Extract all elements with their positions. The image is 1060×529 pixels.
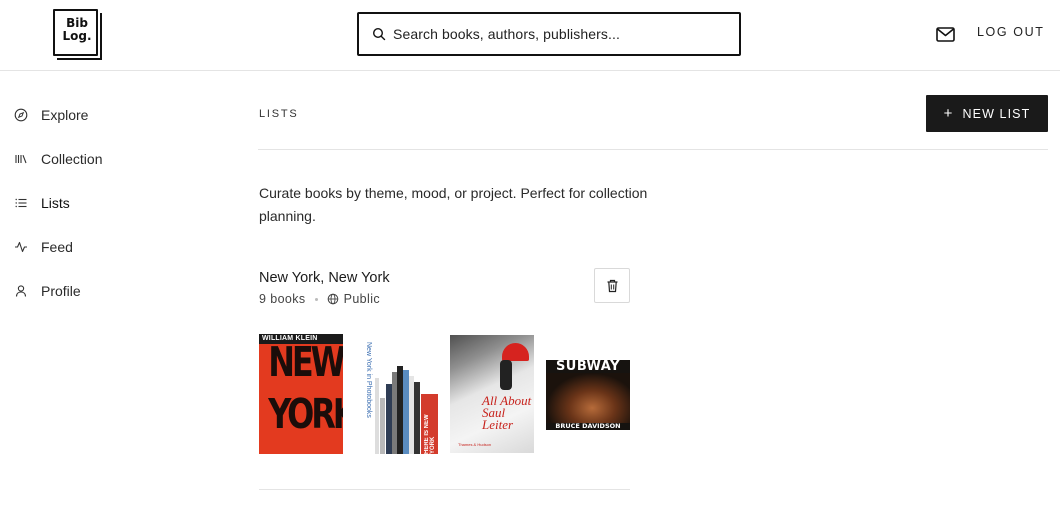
book-spine <box>375 378 379 454</box>
library-icon <box>15 155 27 164</box>
book-cover[interactable]: WILLIAM KLEIN NEW YORK <box>259 334 343 454</box>
sidebar-item-label: Feed <box>41 239 73 255</box>
logo-text: Bib Log. <box>60 17 94 43</box>
book-spine <box>414 382 420 454</box>
page-description: Curate books by theme, mood, or project.… <box>259 185 648 224</box>
book-cover[interactable]: SUBWAY BRUCE DAVIDSON <box>546 360 630 430</box>
user-icon <box>15 285 27 297</box>
list-divider <box>259 489 630 490</box>
logo-line-2: Log. <box>62 29 92 43</box>
cover-title: NEW YORK <box>268 338 343 438</box>
book-spine <box>380 398 385 454</box>
cover-author: BRUCE DAVIDSON <box>555 422 621 430</box>
mail-icon <box>935 26 955 42</box>
book-cover[interactable]: All About Saul Leiter Thames & Hudson <box>450 335 534 453</box>
new-list-label: NEW LIST <box>962 106 1031 121</box>
sidebar-item-label: Profile <box>41 283 81 299</box>
sidebar-item-explore[interactable]: Explore <box>14 103 88 127</box>
globe-icon <box>327 293 338 305</box>
sidebar-item-profile[interactable]: Profile <box>14 279 81 303</box>
delete-list-button[interactable] <box>594 268 630 303</box>
new-list-button[interactable]: + NEW LIST <box>926 95 1048 132</box>
cover-title: All About Saul Leiter <box>482 393 532 432</box>
cover-title: SUBWAY <box>555 360 621 374</box>
top-header: Bib Log. Search books, authors, publishe… <box>0 0 1060 71</box>
list-meta: 9 books Public <box>259 292 380 306</box>
sidebar-item-collection[interactable]: Collection <box>14 147 102 171</box>
cover-photo <box>546 373 630 423</box>
list-book-count: 9 books <box>259 292 306 306</box>
sidebar-item-feed[interactable]: Feed <box>14 235 73 259</box>
cover-spine-text: New York in Photobooks <box>365 342 372 418</box>
cover-spine-text-2: HERE IS NEW YORK <box>424 414 436 454</box>
activity-icon <box>15 241 27 253</box>
compass-icon <box>14 108 28 122</box>
messages-button[interactable] <box>934 25 956 43</box>
cover-figure <box>500 360 512 390</box>
sidebar-item-label: Collection <box>41 151 103 167</box>
sidebar-item-label: Explore <box>41 107 89 123</box>
meta-separator <box>314 297 318 301</box>
search-input[interactable]: Search books, authors, publishers... <box>357 12 741 56</box>
search-icon <box>372 27 386 41</box>
page-title: LISTS <box>259 108 299 120</box>
cover-publisher: Thames & Hudson <box>458 442 492 447</box>
book-cover[interactable]: New York in Photobooks HERE IS NEW YORK <box>361 338 439 454</box>
search-placeholder: Search books, authors, publishers... <box>393 26 620 42</box>
sidebar-item-lists[interactable]: Lists <box>14 191 70 215</box>
list-icon <box>15 198 27 208</box>
header-divider <box>258 149 1048 150</box>
sidebar-item-label: Lists <box>41 195 70 211</box>
biblog-logo[interactable]: Bib Log. <box>53 9 102 60</box>
list-visibility: Public <box>343 292 381 306</box>
logout-button[interactable]: LOG OUT <box>977 25 1044 39</box>
trash-icon <box>607 279 617 292</box>
plus-icon: + <box>943 105 954 122</box>
list-name[interactable]: New York, New York <box>259 270 390 286</box>
